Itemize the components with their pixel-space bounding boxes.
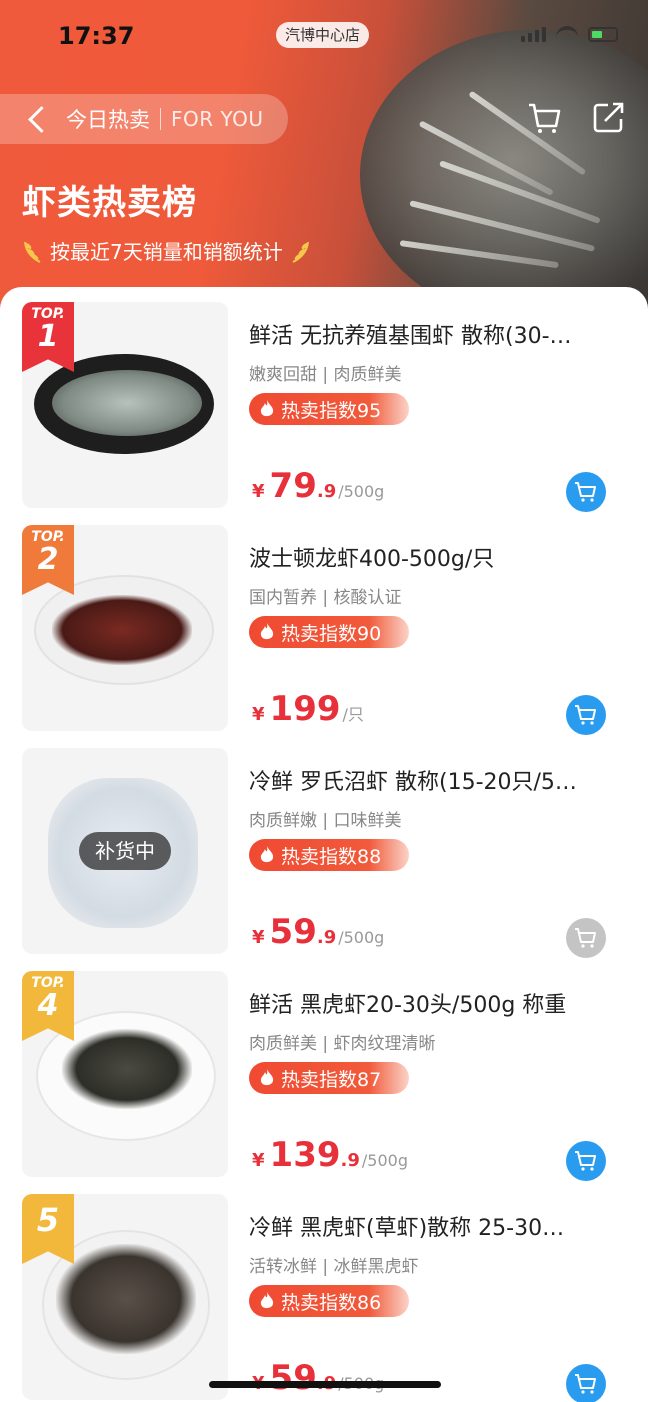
back-chevron-icon[interactable]	[18, 94, 68, 144]
product-image[interactable]: TOP. 2	[22, 525, 228, 731]
cart-icon[interactable]	[526, 100, 562, 136]
cart-icon	[575, 705, 596, 725]
list-item[interactable]: TOP. 4 鲜活 黑虎虾20-30头/500g 称重 肉质鲜美 | 虾肉纹理清…	[0, 971, 648, 1194]
product-tags: 活转冰鲜 | 冰鲜黑虎虾	[249, 1257, 419, 1277]
rank-badge: TOP. 1	[22, 302, 74, 372]
nav-title: 今日热卖	[66, 108, 150, 132]
flame-icon	[260, 1292, 274, 1309]
status-icons	[521, 26, 618, 42]
cart-icon	[575, 1374, 596, 1394]
rank-badge: TOP. 4	[22, 971, 74, 1041]
home-indicator[interactable]	[209, 1381, 441, 1388]
product-tags: 肉质鲜美 | 虾肉纹理清晰	[249, 1034, 436, 1054]
product-price: ¥59.9/500g	[252, 912, 385, 952]
cart-icon	[575, 928, 596, 948]
product-image[interactable]: 补货中	[22, 748, 228, 954]
flame-icon	[260, 1069, 274, 1086]
list-item[interactable]: TOP. 2 波士顿龙虾400-500g/只 国内暂养 | 核酸认证 热卖指数9…	[0, 525, 648, 748]
product-price: ¥79.9/500g	[252, 466, 385, 506]
product-price: ¥139.9/500g	[252, 1135, 408, 1175]
rank-badge: TOP. 2	[22, 525, 74, 595]
list-item[interactable]: TOP. 1 鲜活 无抗养殖基围虾 散称(30-… 嫩爽回甜 | 肉质鲜美 热卖…	[0, 302, 648, 525]
product-image[interactable]: TOP. 1	[22, 302, 228, 508]
nav-bar: 今日热卖 FOR YOU	[0, 94, 288, 144]
store-name-pill[interactable]: 汽博中心店	[276, 22, 370, 48]
cart-icon	[575, 482, 596, 502]
heat-index-badge: 热卖指数87	[249, 1062, 409, 1094]
product-name: 波士顿龙虾400-500g/只	[249, 547, 495, 572]
heat-index-badge: 热卖指数88	[249, 839, 409, 871]
add-to-cart-button-disabled[interactable]	[566, 918, 606, 958]
product-price: ¥59.9/500g	[252, 1358, 384, 1398]
page-subtitle-text: 按最近7天销量和销额统计	[50, 240, 283, 264]
list-item[interactable]: 5 冷鲜 黑虎虾(草虾)散称 25-30… 活转冰鲜 | 冰鲜黑虎虾 热卖指数8…	[0, 1194, 648, 1402]
product-name: 冷鲜 罗氏沼虾 散称(15-20只/5…	[249, 770, 577, 795]
wheat-laurel-icon	[292, 241, 309, 263]
rank-badge: 5	[22, 1194, 74, 1264]
flame-icon	[260, 623, 274, 640]
heat-index-badge: 热卖指数95	[249, 393, 409, 425]
share-icon[interactable]	[590, 100, 626, 136]
flame-icon	[260, 846, 274, 863]
flame-icon	[260, 400, 274, 417]
restock-badge: 补货中	[79, 832, 171, 870]
product-name: 鲜活 无抗养殖基围虾 散称(30-…	[249, 324, 572, 349]
product-tags: 国内暂养 | 核酸认证	[249, 588, 402, 608]
cart-icon	[575, 1151, 596, 1171]
product-name: 鲜活 黑虎虾20-30头/500g 称重	[249, 993, 567, 1018]
nav-divider	[160, 108, 161, 130]
add-to-cart-button[interactable]	[566, 1364, 606, 1402]
product-tags: 肉质鲜嫩 | 口味鲜美	[249, 811, 402, 831]
page-subtitle: 按最近7天销量和销额统计	[22, 236, 311, 265]
product-name: 冷鲜 黑虎虾(草虾)散称 25-30…	[249, 1216, 565, 1241]
add-to-cart-button[interactable]	[566, 1141, 606, 1181]
page-title: 虾类热卖榜	[22, 183, 197, 223]
battery-icon	[588, 26, 618, 42]
product-list: TOP. 1 鲜活 无抗养殖基围虾 散称(30-… 嫩爽回甜 | 肉质鲜美 热卖…	[0, 287, 648, 1402]
add-to-cart-button[interactable]	[566, 695, 606, 735]
heat-index-badge: 热卖指数86	[249, 1285, 409, 1317]
add-to-cart-button[interactable]	[566, 472, 606, 512]
product-tags: 嫩爽回甜 | 肉质鲜美	[249, 365, 402, 385]
list-item[interactable]: 补货中 冷鲜 罗氏沼虾 散称(15-20只/5… 肉质鲜嫩 | 口味鲜美 热卖指…	[0, 748, 648, 971]
signal-icon	[521, 26, 546, 42]
product-image[interactable]: TOP. 4	[22, 971, 228, 1177]
product-price: ¥199/只	[252, 689, 364, 729]
shrimp-plate-image	[360, 30, 648, 320]
heat-index-badge: 热卖指数90	[249, 616, 409, 648]
product-image[interactable]: 5	[22, 1194, 228, 1400]
nav-subtitle: FOR YOU	[171, 107, 264, 131]
wheat-laurel-icon	[24, 241, 41, 263]
status-time: 17:37	[58, 22, 135, 50]
wifi-icon	[556, 26, 578, 42]
